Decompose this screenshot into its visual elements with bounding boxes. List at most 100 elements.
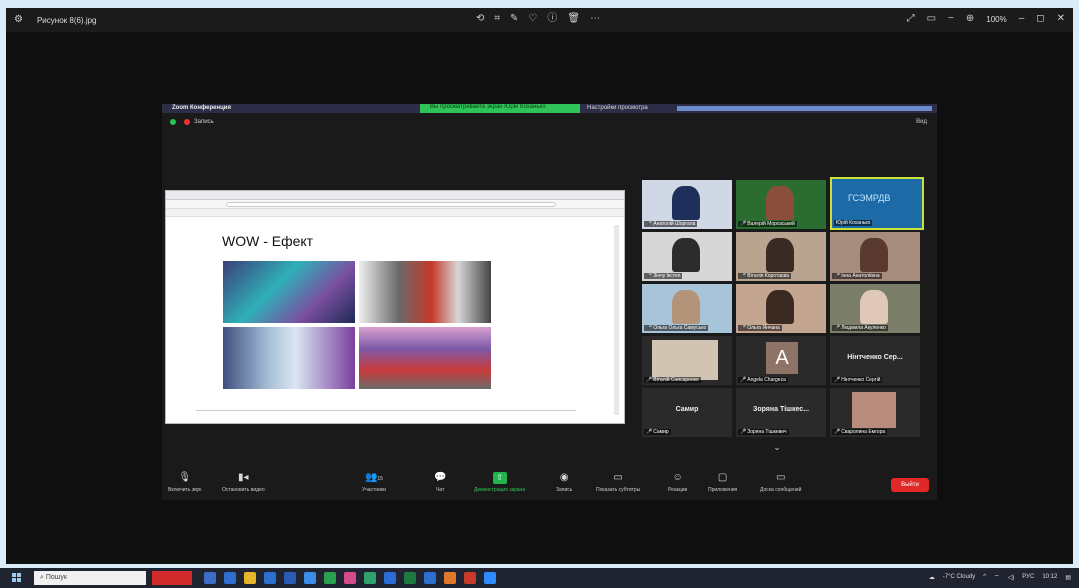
participant-tile[interactable]: 🎤Сваролина Емгора — [830, 388, 920, 437]
taskbar-app-icon[interactable] — [444, 572, 456, 584]
info-icon[interactable]: ⓘ — [547, 13, 557, 25]
reactions-button[interactable]: ☺ Реакции — [668, 472, 687, 493]
more-icon[interactable]: ⋯ — [590, 13, 600, 25]
clock[interactable]: 10:12 — [1042, 574, 1057, 580]
view-button[interactable]: Вид — [916, 119, 927, 125]
browser-bookmarks-bar — [166, 209, 624, 217]
zoom-subbar: Запись Вид — [162, 116, 937, 130]
participant-tile[interactable]: 🎤Ольга Ольга Самусько — [642, 284, 732, 333]
shared-scrollbar[interactable] — [614, 225, 619, 415]
zoom-window: Zoom Конференция Вы просматриваете экран… — [162, 104, 937, 500]
participant-name: Юрій Коханько — [834, 220, 873, 226]
windows-start-icon[interactable] — [12, 573, 22, 583]
fit-icon[interactable]: ▭ — [927, 13, 936, 25]
reactions-icon: ☺ — [672, 472, 683, 483]
taskbar-app-icon[interactable] — [224, 572, 236, 584]
participant-tile[interactable]: 🎤Людмила Акуленко — [830, 284, 920, 333]
participant-video — [766, 186, 794, 220]
participant-photo — [652, 340, 718, 380]
mute-button[interactable]: 🎙 Включить звук — [168, 472, 201, 493]
url-field[interactable] — [226, 202, 556, 207]
whiteboard-button[interactable]: ▭ Доска сообщений — [760, 472, 801, 493]
crop-icon[interactable]: ⌗ — [494, 13, 500, 25]
participant-display-name: Зоряна Тішкес... — [752, 406, 810, 413]
participant-tile[interactable]: Самир 🎤Самир — [642, 388, 732, 437]
participant-tile[interactable]: 🎤Валерій Морозський — [736, 180, 826, 229]
participant-video — [766, 238, 794, 272]
participant-video — [860, 238, 888, 272]
participant-tile[interactable]: 🎤Інна Анатоліївна — [830, 232, 920, 281]
taskbar-app-icon[interactable] — [384, 572, 396, 584]
participant-name: 🎤Інна Анатоліївна — [832, 273, 882, 279]
slide-photo — [223, 327, 355, 389]
view-settings-menu[interactable]: Настройки просмотра — [587, 105, 648, 111]
apps-icon: ▢ — [717, 472, 728, 483]
participant-name: 🎤Самир — [644, 429, 671, 435]
tray-chevron-icon[interactable]: ^ — [983, 574, 986, 580]
close-icon[interactable]: ✕ — [1057, 13, 1065, 25]
slide-photo — [223, 261, 355, 323]
chat-button[interactable]: 💬 Чат — [434, 472, 446, 493]
participant-name: 🎤Ольга Ольга Самусько — [644, 325, 709, 331]
weather-icon[interactable]: ☁ — [929, 574, 935, 581]
notifications-icon[interactable]: ▤ — [1065, 574, 1071, 581]
captions-icon: ▭ — [613, 472, 623, 483]
participant-tile[interactable]: Зоряна Тішкес... 🎤Зоряна Тішкевич — [736, 388, 826, 437]
participant-tile[interactable]: 🎤Ольга Янчана — [736, 284, 826, 333]
captions-button[interactable]: ▭ Показать субтитры — [596, 472, 640, 493]
participant-tile[interactable]: Нінтченко Сер... 🎤Нінтченко Сергій — [830, 336, 920, 385]
excel-icon[interactable] — [404, 572, 416, 584]
participant-tile[interactable]: 🎤Зінчу Ікстеп — [642, 232, 732, 281]
edit-icon[interactable]: ✎ — [510, 13, 518, 25]
apps-button[interactable]: ▢ Приложения — [708, 472, 737, 493]
viewer-titlebar: ⚙ Рисунок 8(6).jpg ⟲ ⌗ ✎ ♡ ⓘ 🗑 ⋯ ⤢ ▭ − ⊕… — [6, 8, 1073, 32]
security-shield-icon[interactable] — [170, 119, 176, 125]
taskbar-app-icon[interactable] — [464, 572, 476, 584]
stop-video-button[interactable]: ▮◂ Остановить видео — [222, 472, 265, 493]
record-button[interactable]: ◉ Запись — [556, 472, 572, 493]
taskbar-app-icon[interactable] — [264, 572, 276, 584]
participant-video — [766, 290, 794, 324]
share-screen-button[interactable]: ⇧ Демонстрация экрана — [474, 472, 525, 493]
participants-button[interactable]: 👥15 Участники — [362, 472, 386, 493]
taskbar-app-icon[interactable] — [424, 572, 436, 584]
maximize-icon[interactable]: ◻ — [1036, 13, 1044, 25]
recording-label: Запись — [194, 119, 214, 125]
participant-tile[interactable]: A 🎤Angela Chargeza — [736, 336, 826, 385]
taskbar-search-field[interactable]: ⌕ Пошук — [34, 571, 146, 585]
network-icon[interactable]: ⌔ — [994, 573, 1000, 581]
taskbar-app-icon[interactable] — [364, 572, 376, 584]
gallery-next-chevron-icon[interactable]: ⌄ — [762, 442, 792, 456]
rotate-icon[interactable]: ⟲ — [476, 13, 484, 25]
participant-tile[interactable]: 🎤Віталій Снисаренко — [642, 336, 732, 385]
whiteboard-icon: ▭ — [775, 472, 786, 483]
word-icon[interactable] — [284, 572, 296, 584]
zoom-app-icon[interactable] — [484, 572, 496, 584]
participant-name: 🎤Angela Chargeza — [738, 377, 788, 383]
taskbar-app-icon[interactable] — [304, 572, 316, 584]
minimize-icon[interactable]: – — [1019, 13, 1025, 25]
task-view-icon[interactable] — [204, 572, 216, 584]
fullscreen-icon[interactable]: ⤢ — [907, 13, 915, 25]
zoom-out-icon[interactable]: − — [948, 13, 954, 25]
delete-icon[interactable]: 🗑 — [567, 13, 580, 25]
favorite-icon[interactable]: ♡ — [528, 13, 537, 25]
zoom-titlebar: Zoom Конференция Вы просматриваете экран… — [162, 104, 937, 113]
participant-tile[interactable]: 🎤Анатолій Шоргала — [642, 180, 732, 229]
zoom-level: 100% — [986, 14, 1007, 24]
chrome-icon[interactable] — [324, 572, 336, 584]
title-progress-bar — [677, 106, 932, 111]
zoom-in-icon[interactable]: ⊕ — [966, 13, 974, 25]
language-indicator[interactable]: РУС — [1022, 574, 1034, 580]
participant-tile-active-speaker[interactable]: ГСЭМРДВ Юрій Коханько — [830, 177, 924, 230]
participant-tile[interactable]: 🎤Віталія Коротаєва — [736, 232, 826, 281]
participant-photo — [852, 392, 896, 428]
taskbar-app-icon[interactable] — [344, 572, 356, 584]
leave-button[interactable]: Выйти — [891, 478, 929, 492]
viewer-app-icon[interactable]: ⚙ — [14, 14, 23, 26]
file-explorer-icon[interactable] — [244, 572, 256, 584]
zoom-title: Zoom Конференция — [172, 105, 231, 111]
taskbar-app-active[interactable] — [152, 571, 192, 585]
participant-name: 🎤Зінчу Ікстеп — [644, 273, 683, 279]
volume-icon[interactable]: ◁) — [1008, 574, 1015, 581]
